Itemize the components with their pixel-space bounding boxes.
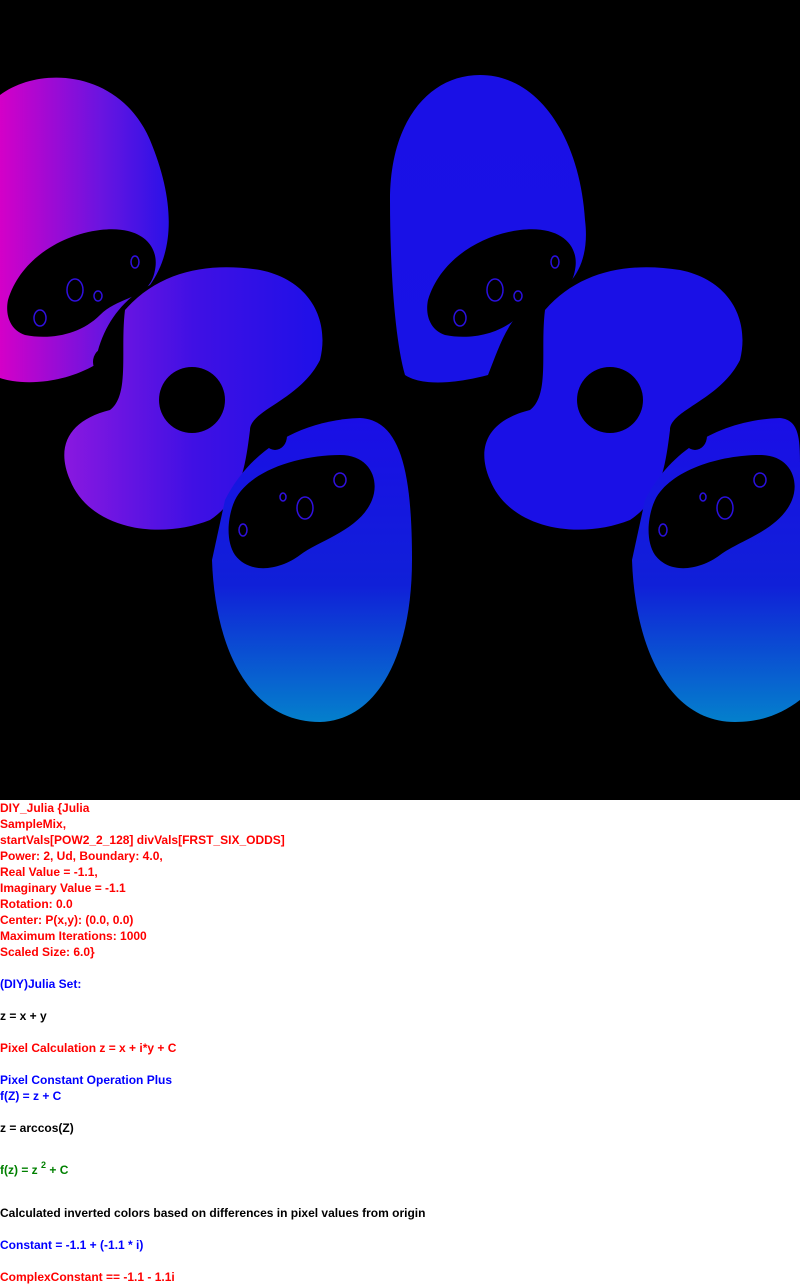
fz-prefix: f(z) = z [0, 1163, 41, 1177]
param-center: Center: P(x,y): (0.0, 0.0) [0, 913, 134, 927]
constant-expression: Constant = -1.1 + (-1.1 * i) [0, 1238, 144, 1252]
param-imaginary-value: Imaginary Value = -1.1 [0, 881, 126, 895]
param-start-div-vals: startVals[POW2_2_128] divVals[FRST_SIX_O… [0, 833, 285, 847]
left-julia-shape [0, 77, 412, 722]
fz-suffix: + C [46, 1163, 69, 1177]
constant-operation: Pixel Constant Operation Plus [0, 1073, 173, 1087]
right-julia-shape [390, 75, 800, 722]
param-scaled-size: Scaled Size: 6.0} [0, 945, 95, 959]
z-arccos: z = arccos(Z) [0, 1121, 74, 1135]
param-max-iterations: Maximum Iterations: 1000 [0, 929, 147, 943]
param-real-value: Real Value = -1.1, [0, 865, 98, 879]
param-rotation: Rotation: 0.0 [0, 897, 73, 911]
param-header: DIY_Julia {Julia [0, 801, 90, 815]
julia-fractal-image [0, 0, 800, 800]
fz-plus-c: f(Z) = z + C [0, 1089, 62, 1103]
z-definition: z = x + y [0, 1009, 47, 1023]
colors-note: Calculated inverted colors based on diff… [0, 1206, 426, 1220]
fz-formula: f(z) = z 2 + C [0, 1157, 68, 1178]
pixel-calculation: Pixel Calculation z = x + i*y + C [0, 1041, 177, 1055]
complex-constant: ComplexConstant == -1.1 - 1.1i [0, 1270, 175, 1284]
fractal-canvas [0, 75, 800, 722]
param-sample-mix: SampleMix, [0, 817, 67, 831]
param-power-boundary: Power: 2, Ud, Boundary: 4.0, [0, 849, 163, 863]
set-title: (DIY)Julia Set: [0, 977, 82, 991]
